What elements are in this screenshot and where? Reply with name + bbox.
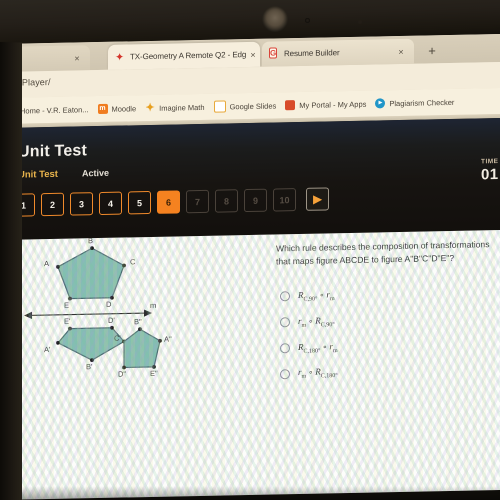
next-question-button[interactable]: ▶ bbox=[306, 187, 329, 211]
answer-option-c-label: RC,180°∘ rm bbox=[298, 340, 338, 355]
webcam-icon bbox=[262, 6, 288, 32]
question-button-6[interactable]: 6 bbox=[157, 190, 180, 214]
bookmark-moodle[interactable]: m Moodle bbox=[97, 103, 137, 115]
pentagon-a1b1c1d1e1 bbox=[57, 327, 125, 361]
timer: TIME R 01: bbox=[481, 158, 500, 184]
radio-icon[interactable] bbox=[280, 317, 290, 328]
question-button-5[interactable]: 5 bbox=[128, 190, 151, 215]
bookmark-label: My Portal - My Apps bbox=[299, 99, 367, 110]
webcam-indicator-icon bbox=[305, 18, 310, 23]
answer-option-d-label: rm ∘ RC,180° bbox=[298, 366, 338, 381]
page-title: Unit Test bbox=[18, 142, 88, 161]
question-button-2[interactable]: 2 bbox=[41, 192, 64, 217]
radio-icon[interactable] bbox=[280, 291, 290, 302]
question-button-8: 8 bbox=[215, 189, 238, 213]
pentagon-a2b2c2d2e2 bbox=[123, 328, 161, 369]
vertex-label-d: D bbox=[106, 299, 112, 309]
timer-value: 01: bbox=[480, 165, 500, 184]
test-player-app: Unit Test Unit Test Active TIME R 01: 1 … bbox=[0, 117, 500, 500]
vertex-label-c-prime: C' bbox=[114, 333, 121, 343]
breadcrumb[interactable]: Unit Test bbox=[18, 169, 58, 181]
bookmark-google-slides[interactable]: Google Slides bbox=[213, 99, 277, 113]
pentagon-abcde bbox=[57, 247, 125, 300]
bookmark-my-portal[interactable]: My Portal - My Apps bbox=[285, 99, 366, 111]
vertex-label-e-dprime: E" bbox=[150, 368, 158, 378]
question-button-9: 9 bbox=[244, 188, 267, 213]
answer-option-b-label: rm ∘ RC,90° bbox=[298, 315, 335, 329]
answer-option-c[interactable]: RC,180°∘ rm bbox=[280, 338, 500, 355]
vertex-label-b-prime: B' bbox=[86, 362, 93, 372]
vertex-label-a-dprime: A" bbox=[164, 334, 172, 344]
vertex-label-b-dprime: B" bbox=[134, 317, 142, 327]
tab-close-icon[interactable]: × bbox=[70, 53, 84, 63]
question-navigator: 1 2 3 4 5 6 7 8 9 10 ▶ bbox=[12, 187, 329, 217]
new-tab-button[interactable]: + bbox=[424, 43, 440, 59]
plagiarism-icon: ▸ bbox=[375, 98, 386, 109]
question-button-10: 10 bbox=[273, 188, 296, 212]
tab-title: TX-Geometry A Remote Q2 - Edg bbox=[130, 50, 246, 62]
bookmark-imagine-math[interactable]: ✦ Imagine Math bbox=[145, 101, 205, 115]
radio-icon[interactable] bbox=[280, 368, 290, 380]
vertex-label-a-prime: A' bbox=[44, 344, 51, 355]
bezel-sensor-icon bbox=[358, 20, 362, 24]
answer-options: RC,90° ∘ rm rm ∘ RC,90° RC,180°∘ rm rm ∘ RC,180… bbox=[280, 286, 500, 394]
bookmark-label: Home - V.R. Eaton... bbox=[20, 104, 89, 116]
question-button-7: 7 bbox=[186, 189, 209, 214]
g-square-icon: G bbox=[269, 47, 278, 59]
bookmark-label: Plagiarism Checker bbox=[389, 97, 455, 108]
browser-tab-2[interactable]: G Resume Builder × bbox=[262, 38, 414, 67]
screenshot-root: × ✦ TX-Geometry A Remote Q2 - Edg × G Re… bbox=[0, 0, 500, 500]
question-content: B A C E D m E' D' A' B' C' B" A" D" E" W… bbox=[14, 229, 500, 500]
answer-option-d[interactable]: rm ∘ RC,180° bbox=[280, 363, 500, 380]
app-header: Unit Test Unit Test Active TIME R 01: 1 … bbox=[0, 117, 500, 246]
moodle-icon: m bbox=[97, 103, 108, 115]
portal-icon bbox=[285, 100, 296, 111]
vertex-label-e-prime: E' bbox=[64, 316, 71, 326]
star-icon: ✦ bbox=[145, 101, 155, 115]
answer-option-b[interactable]: rm ∘ RC,90° bbox=[280, 312, 500, 329]
line-of-reflection-m bbox=[28, 312, 148, 316]
question-prompt: Which rule describes the composition of … bbox=[276, 239, 490, 267]
geometry-figure: B A C E D m E' D' A' B' C' B" A" D" E" bbox=[20, 236, 200, 400]
answer-option-a[interactable]: RC,90° ∘ rm bbox=[280, 286, 500, 303]
vertex-label-e: E bbox=[64, 300, 70, 310]
line-label-m: m bbox=[150, 300, 157, 310]
tab-close-icon[interactable]: × bbox=[394, 46, 408, 56]
vertex-label-a: A bbox=[44, 259, 50, 269]
red-star-icon: ✦ bbox=[115, 50, 125, 64]
vertex-label-d-prime: D' bbox=[108, 315, 115, 325]
vertex-label-c: C bbox=[130, 257, 136, 267]
answer-option-a-label: RC,90° ∘ rm bbox=[298, 289, 335, 303]
timer-label: TIME R bbox=[480, 157, 500, 166]
bookmark-plagiarism-checker[interactable]: ▸ Plagiarism Checker bbox=[375, 97, 454, 109]
question-button-4[interactable]: 4 bbox=[99, 191, 122, 216]
bookmark-label: Imagine Math bbox=[159, 102, 205, 113]
tab-close-icon[interactable]: × bbox=[246, 49, 260, 59]
status-badge: Active bbox=[82, 167, 110, 179]
laptop-bezel-left bbox=[0, 42, 22, 500]
bookmark-label: Moodle bbox=[111, 103, 137, 114]
bookmark-label: Google Slides bbox=[229, 100, 277, 111]
browser-tab-1[interactable]: ✦ TX-Geometry A Remote Q2 - Edg × bbox=[108, 41, 260, 70]
vertex-label-b: B bbox=[88, 236, 94, 246]
radio-icon[interactable] bbox=[280, 343, 290, 354]
vertex-label-d-dprime: D" bbox=[118, 369, 127, 379]
question-button-3[interactable]: 3 bbox=[70, 192, 93, 216]
slides-icon bbox=[213, 100, 226, 113]
